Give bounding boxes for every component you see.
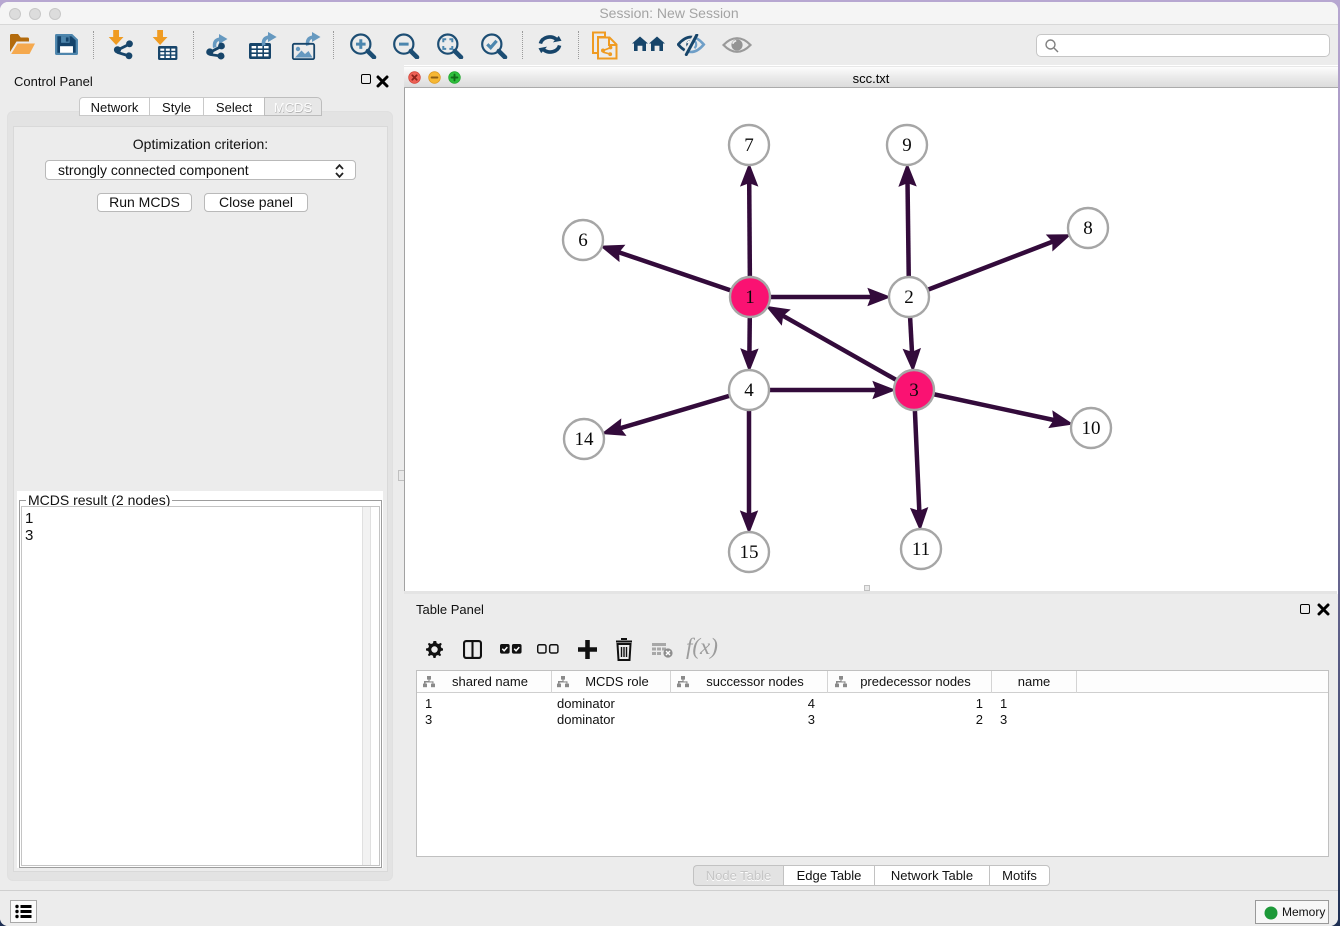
svg-text:2: 2 — [904, 287, 914, 308]
svg-text:7: 7 — [744, 135, 754, 156]
svg-text:3: 3 — [909, 380, 919, 401]
svg-text:14: 14 — [575, 429, 595, 450]
svg-text:8: 8 — [1083, 218, 1093, 239]
svg-text:9: 9 — [902, 135, 912, 156]
svg-text:15: 15 — [740, 542, 759, 563]
svg-text:1: 1 — [745, 287, 755, 308]
svg-text:10: 10 — [1082, 418, 1101, 439]
svg-text:11: 11 — [912, 539, 930, 560]
svg-text:4: 4 — [744, 380, 754, 401]
svg-text:6: 6 — [578, 230, 588, 251]
